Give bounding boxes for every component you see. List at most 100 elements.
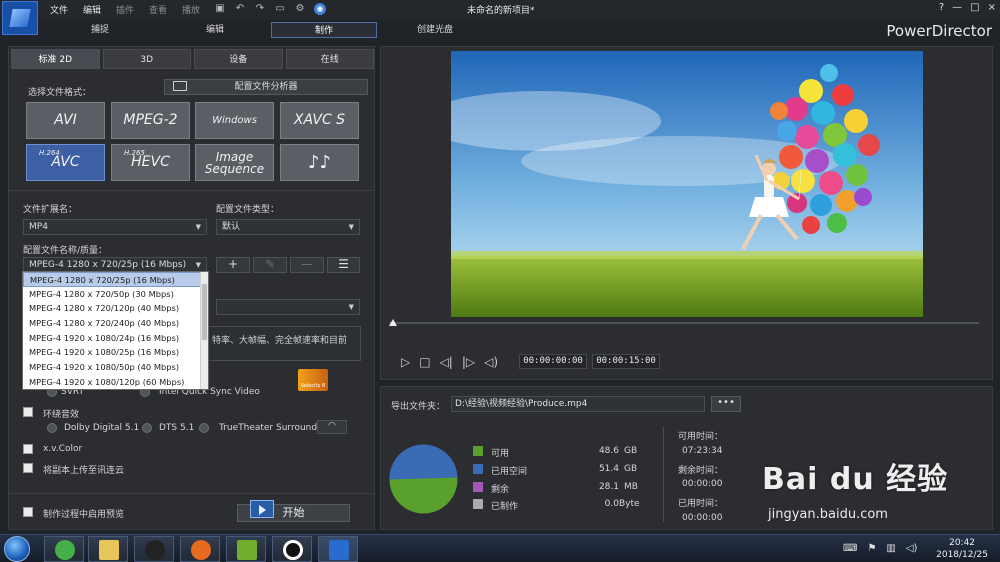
upload-checkbox[interactable] bbox=[23, 463, 33, 473]
secondary-select[interactable]: ▼ bbox=[216, 299, 360, 315]
file-extension-select[interactable]: MP4 ▼ bbox=[23, 219, 207, 235]
document-title: 未命名的新项目* bbox=[467, 6, 535, 16]
remaining-time-label: 剩余时间： bbox=[678, 466, 724, 476]
windows-start-icon[interactable] bbox=[4, 536, 30, 562]
account-icon[interactable]: ◉ bbox=[314, 3, 326, 15]
export-folder-label: 导出文件夹： bbox=[391, 402, 446, 412]
truetheater-radio[interactable] bbox=[199, 423, 209, 433]
mode-tabs: 捕捉 编辑 制作 创建光盘 bbox=[40, 20, 1000, 40]
used-value: 51.4 bbox=[598, 464, 619, 474]
system-tray: ⌨ ⚑ ▥ ◁) bbox=[843, 543, 917, 554]
truetheater-label: TrueTheater Surround bbox=[219, 423, 318, 433]
next-frame-icon[interactable]: |▷ bbox=[462, 355, 475, 369]
elapsed-time-label: 已用时间： bbox=[678, 499, 724, 509]
taskbar-app-camtasia[interactable] bbox=[226, 536, 266, 562]
previous-frame-icon[interactable]: ◁| bbox=[440, 355, 453, 369]
disk-usage-pie bbox=[389, 444, 458, 514]
dolby-radio[interactable] bbox=[47, 423, 57, 433]
dts-radio[interactable] bbox=[142, 423, 152, 433]
tab-create-disc[interactable]: 创建光盘 bbox=[405, 22, 465, 38]
menu-view[interactable]: 查看 bbox=[149, 3, 182, 16]
close-button[interactable]: × bbox=[988, 2, 996, 13]
restore-button[interactable]: □ bbox=[970, 2, 979, 13]
format-windows-media-button[interactable]: Windows Media bbox=[195, 102, 274, 161]
used-swatch bbox=[473, 464, 483, 474]
dts-label: DTS 5.1 bbox=[159, 423, 195, 433]
taskbar-app-recorder[interactable] bbox=[272, 536, 312, 562]
taskbar-clock[interactable]: 20:42 2018/12/25 bbox=[936, 537, 988, 561]
format-h265-hevc-button[interactable]: H.265 HEVC bbox=[111, 144, 190, 181]
fullscreen-icon[interactable]: ▭ bbox=[274, 3, 286, 15]
format-image-sequence-button[interactable]: Image Sequence bbox=[195, 144, 274, 181]
dropdown-option[interactable]: MPEG-4 1280 x 720/25p (16 Mbps) bbox=[23, 272, 208, 287]
taskbar-app-powerdirector[interactable] bbox=[318, 536, 358, 562]
scrollbar-thumb[interactable] bbox=[202, 284, 207, 340]
produced-swatch bbox=[473, 499, 483, 509]
dropdown-option[interactable]: MPEG-4 1280 x 720/50p (30 Mbps) bbox=[23, 287, 208, 302]
redo-icon[interactable]: ↷ bbox=[254, 3, 266, 15]
taskbar-app-firefox[interactable] bbox=[180, 536, 220, 562]
dropdown-option[interactable]: MPEG-4 1920 x 1080/120p (60 Mbps) bbox=[23, 375, 208, 390]
format-avi-button[interactable]: AVI bbox=[26, 102, 105, 139]
menu-playback[interactable]: 播放 bbox=[182, 3, 215, 16]
volume-icon[interactable]: ◁) bbox=[484, 355, 498, 369]
undo-icon[interactable]: ↶ bbox=[234, 3, 246, 15]
taskbar-app-browser[interactable] bbox=[44, 536, 84, 562]
stop-icon[interactable]: □ bbox=[419, 355, 430, 369]
play-icon[interactable]: ▷ bbox=[401, 355, 410, 369]
tab-3d[interactable]: 3D bbox=[102, 49, 191, 69]
dropdown-option[interactable]: MPEG-4 1280 x 720/240p (40 Mbps) bbox=[23, 316, 208, 331]
profile-analyzer-button[interactable]: 配置文件分析器 bbox=[164, 79, 368, 95]
edit-profile-button[interactable]: ✎ bbox=[253, 257, 287, 273]
tab-capture[interactable]: 捕捉 bbox=[80, 22, 120, 38]
preview-panel: ▷ □ ◁| |▷ ◁) 00:00:00:00 00:00:15:00 bbox=[380, 46, 993, 380]
menu-edit[interactable]: 编辑 bbox=[83, 3, 116, 16]
xvcolor-checkbox[interactable] bbox=[23, 444, 33, 454]
upload-label: 将副本上传至讯连云 bbox=[43, 466, 125, 476]
file-extension-label: 文件扩展名： bbox=[23, 205, 78, 215]
keyboard-icon[interactable]: ⌨ bbox=[843, 543, 857, 554]
dropdown-scrollbar[interactable] bbox=[200, 272, 208, 389]
tab-online[interactable]: 在线 bbox=[285, 49, 374, 69]
chevron-down-icon: ▼ bbox=[195, 261, 201, 269]
total-timecode: 00:00:15:00 bbox=[592, 354, 660, 369]
tab-edit[interactable]: 编辑 bbox=[195, 22, 235, 38]
tab-produce[interactable]: 制作 bbox=[271, 22, 377, 38]
speaker-icon[interactable]: ◁) bbox=[906, 543, 918, 554]
format-audio-button[interactable]: ♪♪ bbox=[280, 144, 359, 181]
menu-file[interactable]: 文件 bbox=[50, 3, 83, 16]
playhead-handle[interactable] bbox=[389, 319, 397, 326]
profile-details-button[interactable]: ☰ bbox=[327, 257, 360, 273]
tab-device[interactable]: 设备 bbox=[194, 49, 283, 69]
settings-gear-icon[interactable]: ⚙ bbox=[294, 3, 306, 15]
tab-standard-2d[interactable]: 标准 2D bbox=[11, 49, 100, 69]
available-unit: GB bbox=[624, 446, 638, 456]
preview-while-producing-checkbox[interactable] bbox=[23, 507, 33, 517]
window-controls: ? — □ × bbox=[939, 2, 996, 13]
timeline-track[interactable] bbox=[389, 322, 979, 324]
surround-settings-button[interactable]: ◠ bbox=[317, 420, 347, 434]
surround-checkbox[interactable] bbox=[23, 407, 33, 417]
browser-icon bbox=[55, 540, 75, 560]
taskbar-app-qq[interactable] bbox=[134, 536, 174, 562]
remove-profile-button[interactable]: — bbox=[290, 257, 324, 273]
browse-button[interactable]: ••• bbox=[711, 396, 741, 412]
help-button[interactable]: ? bbox=[939, 2, 944, 13]
menu-plugins[interactable]: 插件 bbox=[116, 3, 149, 16]
profile-type-select[interactable]: 默认 ▼ bbox=[216, 219, 360, 235]
export-path-field[interactable]: D:\经验\视频经验\Produce.mp4 bbox=[451, 396, 705, 412]
dropdown-option[interactable]: MPEG-4 1280 x 720/120p (40 Mbps) bbox=[23, 301, 208, 316]
flag-icon[interactable]: ⚑ bbox=[867, 543, 876, 554]
format-xavc-s-button[interactable]: XAVC S bbox=[280, 102, 359, 139]
profile-dropdown-list: MPEG-4 1280 x 720/25p (16 Mbps) MPEG-4 1… bbox=[22, 271, 209, 390]
dropdown-option[interactable]: MPEG-4 1920 x 1080/25p (16 Mbps) bbox=[23, 345, 208, 360]
format-mpeg2-button[interactable]: MPEG-2 bbox=[111, 102, 190, 139]
save-icon[interactable]: ▣ bbox=[214, 3, 226, 15]
add-profile-button[interactable]: + bbox=[216, 257, 250, 273]
dropdown-option[interactable]: MPEG-4 1920 x 1080/24p (16 Mbps) bbox=[23, 331, 208, 346]
format-h264-avc-button[interactable]: H.264 AVC bbox=[26, 144, 105, 181]
dropdown-option[interactable]: MPEG-4 1920 x 1080/50p (40 Mbps) bbox=[23, 360, 208, 375]
taskbar-app-explorer[interactable] bbox=[88, 536, 128, 562]
network-icon[interactable]: ▥ bbox=[886, 543, 895, 554]
minimize-button[interactable]: — bbox=[952, 2, 962, 13]
